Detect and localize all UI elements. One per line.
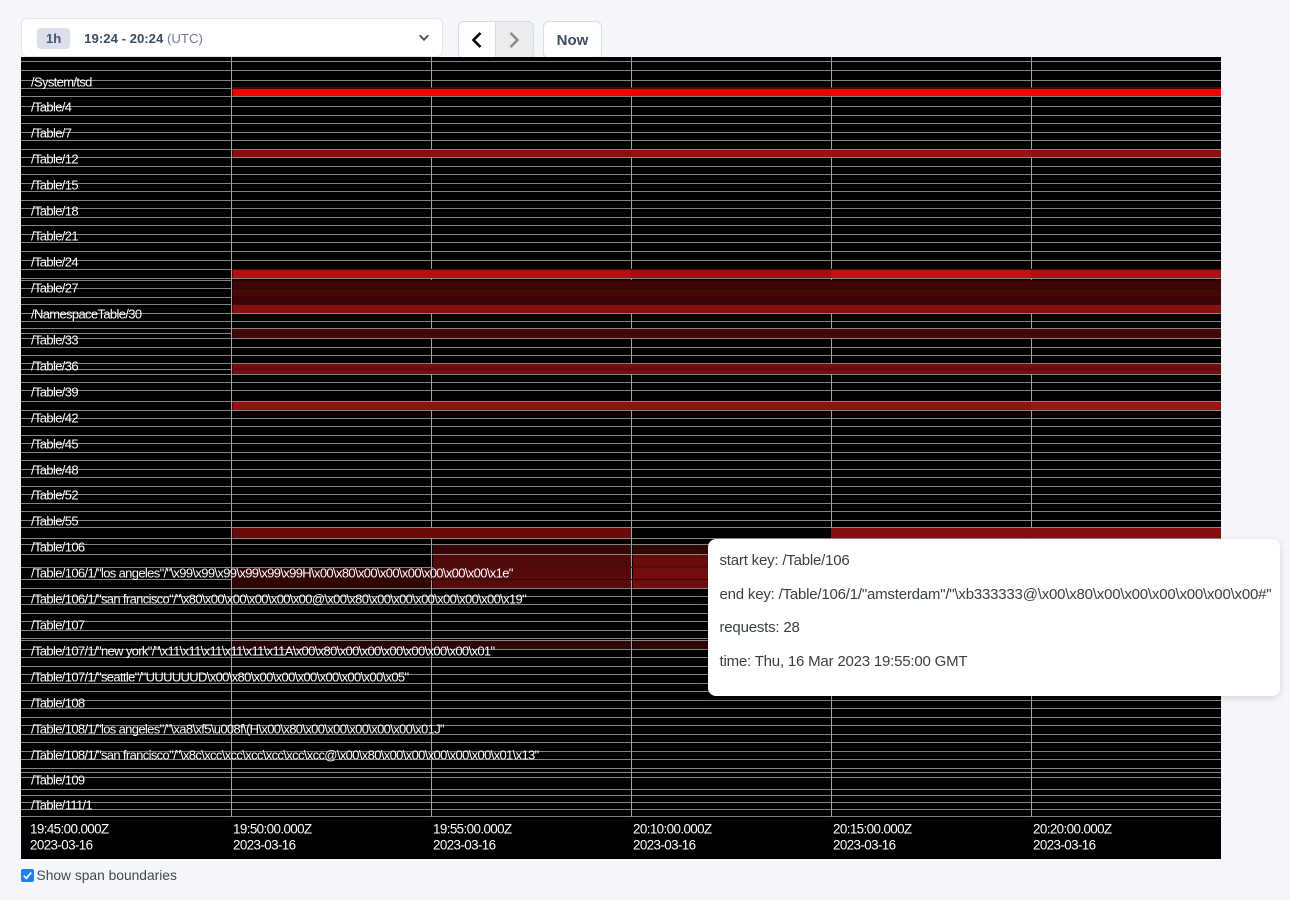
svg-text:2023-03-16: 2023-03-16 — [1033, 838, 1096, 853]
svg-text:/Table/106/1/"san francisco"/": /Table/106/1/"san francisco"/"\x80\x00\x… — [31, 592, 527, 607]
svg-text:/Table/12: /Table/12 — [31, 152, 78, 167]
svg-text:19:55:00.000Z: 19:55:00.000Z — [433, 822, 512, 837]
svg-text:19:50:00.000Z: 19:50:00.000Z — [233, 822, 312, 837]
svg-text:/Table/111/1: /Table/111/1 — [31, 798, 93, 813]
svg-text:/System/tsd: /System/tsd — [31, 75, 92, 90]
svg-text:/Table/106: /Table/106 — [31, 540, 85, 555]
svg-text:/Table/27: /Table/27 — [31, 281, 78, 296]
svg-text:/Table/108: /Table/108 — [31, 696, 85, 711]
svg-text:/Table/108/1/"los angeles"/"\x: /Table/108/1/"los angeles"/"\xa8\xf5\u00… — [31, 722, 445, 737]
svg-text:2023-03-16: 2023-03-16 — [833, 838, 896, 853]
svg-text:2023-03-16: 2023-03-16 — [633, 838, 696, 853]
svg-text:/Table/4: /Table/4 — [31, 100, 72, 115]
svg-text:/Table/45: /Table/45 — [31, 437, 78, 452]
svg-text:2023-03-16: 2023-03-16 — [30, 838, 93, 853]
svg-text:/Table/15: /Table/15 — [31, 178, 78, 193]
svg-text:/Table/107/1/"seattle"/"UUUUUU: /Table/107/1/"seattle"/"UUUUUUD\x00\x80\… — [31, 670, 410, 685]
svg-text:/Table/24: /Table/24 — [31, 255, 78, 270]
svg-text:/Table/55: /Table/55 — [31, 514, 78, 529]
svg-text:/Table/21: /Table/21 — [31, 229, 78, 244]
svg-text:/Table/108/1/"san francisco"/": /Table/108/1/"san francisco"/"\x8c\xcc\x… — [31, 748, 540, 763]
svg-text:/NamespaceTable/30: /NamespaceTable/30 — [31, 307, 142, 322]
svg-text:20:10:00.000Z: 20:10:00.000Z — [633, 822, 712, 837]
svg-text:2023-03-16: 2023-03-16 — [233, 838, 296, 853]
svg-text:/Table/39: /Table/39 — [31, 385, 78, 400]
svg-text:/Table/36: /Table/36 — [31, 359, 78, 374]
svg-text:/Table/107/1/"new york"/"\x11\: /Table/107/1/"new york"/"\x11\x11\x11\x1… — [31, 644, 495, 659]
svg-text:2023-03-16: 2023-03-16 — [433, 838, 496, 853]
svg-text:/Table/106/1/"los angeles"/"\x: /Table/106/1/"los angeles"/"\x99\x99\x99… — [31, 566, 514, 581]
svg-text:/Table/107: /Table/107 — [31, 618, 85, 633]
svg-text:/Table/18: /Table/18 — [31, 204, 78, 219]
svg-text:/Table/33: /Table/33 — [31, 333, 78, 348]
svg-text:20:20:00.000Z: 20:20:00.000Z — [1033, 822, 1112, 837]
svg-text:/Table/7: /Table/7 — [31, 126, 72, 141]
svg-text:/Table/42: /Table/42 — [31, 411, 78, 426]
svg-text:20:15:00.000Z: 20:15:00.000Z — [833, 822, 912, 837]
svg-text:/Table/48: /Table/48 — [31, 463, 78, 478]
svg-text:19:45:00.000Z: 19:45:00.000Z — [30, 822, 109, 837]
svg-text:/Table/52: /Table/52 — [31, 488, 78, 503]
svg-text:/Table/109: /Table/109 — [31, 773, 85, 788]
